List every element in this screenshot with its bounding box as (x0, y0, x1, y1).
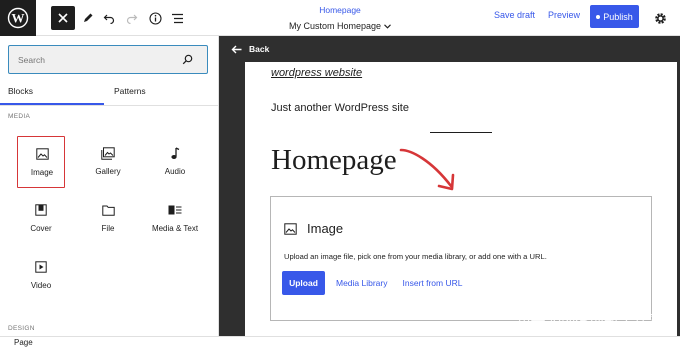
publish-button[interactable]: Publish (590, 5, 639, 28)
block-label: Gallery (95, 167, 121, 176)
gear-icon (654, 12, 666, 24)
site-title[interactable]: wordpress website (271, 67, 362, 79)
site-tagline[interactable]: Just another WordPress site (271, 102, 409, 114)
watermark: 知乎 @WP创新工作室 (515, 312, 664, 329)
category-label-design: DESIGN (8, 325, 35, 332)
arrow-left-icon (231, 45, 242, 53)
media-library-button[interactable]: Media Library (336, 278, 388, 288)
block-cover[interactable]: Cover (17, 193, 65, 245)
block-label: File (101, 224, 115, 233)
block-breadcrumb-bar: Page (0, 336, 680, 350)
media-text-icon (168, 205, 182, 215)
page-title-dropdown[interactable]: My Custom Homepage (289, 20, 391, 33)
editor-canvas: Back wordpress website Just another Word… (219, 36, 680, 336)
cover-icon (35, 204, 47, 216)
page-heading[interactable]: Homepage (271, 144, 397, 177)
block-label: Audio (164, 167, 186, 176)
image-icon (35, 148, 49, 160)
tabs-divider (0, 105, 219, 106)
folder-icon (101, 205, 115, 216)
block-video[interactable]: Video (17, 250, 65, 302)
image-block-title: Image (307, 221, 344, 236)
block-gallery[interactable]: Gallery (84, 136, 132, 188)
inserter-tabs: Blocks Patterns (0, 81, 219, 105)
settings-button[interactable] (648, 6, 672, 30)
block-media-text[interactable]: Media & Text (151, 193, 199, 245)
category-label-media: MEDIA (8, 113, 31, 120)
search-input[interactable]: Search (8, 45, 208, 74)
separator (430, 132, 492, 133)
preview-button[interactable]: Preview (548, 10, 580, 20)
block-label: Image (30, 168, 54, 177)
video-icon (35, 261, 47, 273)
block-label: Cover (30, 224, 52, 233)
block-audio[interactable]: Audio (151, 136, 199, 188)
breadcrumb-item[interactable]: Page (14, 338, 33, 347)
gallery-icon (101, 146, 115, 160)
tab-patterns[interactable]: Patterns (114, 86, 146, 96)
page-title: My Custom Homepage (288, 21, 382, 31)
image-block-description: Upload an image file, pick one from your… (284, 252, 547, 261)
block-label: Video (30, 281, 52, 290)
upload-button[interactable]: Upload (282, 271, 325, 295)
insert-from-url-button[interactable]: Insert from URL (403, 278, 463, 288)
publish-dot-icon (596, 14, 601, 19)
music-note-icon (171, 146, 180, 159)
block-file[interactable]: File (84, 193, 132, 245)
image-block-placeholder[interactable]: Image Upload an image file, pick one fro… (270, 196, 652, 321)
annotation-arrow (399, 148, 455, 191)
editor-header: W Homepage My Custom Homepage Save draft… (0, 0, 680, 36)
search-icon (182, 54, 193, 65)
publish-label: Publish (603, 11, 633, 22)
page-preview: wordpress website Just another WordPress… (245, 62, 677, 336)
search-placeholder: Search (18, 55, 45, 65)
back-label: Back (249, 44, 270, 54)
image-icon (284, 222, 297, 235)
block-inserter-panel: Search Blocks Patterns MEDIA Image Galle… (0, 36, 219, 336)
block-image[interactable]: Image (17, 136, 65, 188)
back-button[interactable]: Back (231, 44, 269, 54)
save-draft-button[interactable]: Save draft (494, 10, 535, 20)
tab-blocks[interactable]: Blocks (8, 86, 33, 96)
chevron-down-icon (384, 24, 391, 29)
block-label: Media & Text (151, 224, 199, 233)
